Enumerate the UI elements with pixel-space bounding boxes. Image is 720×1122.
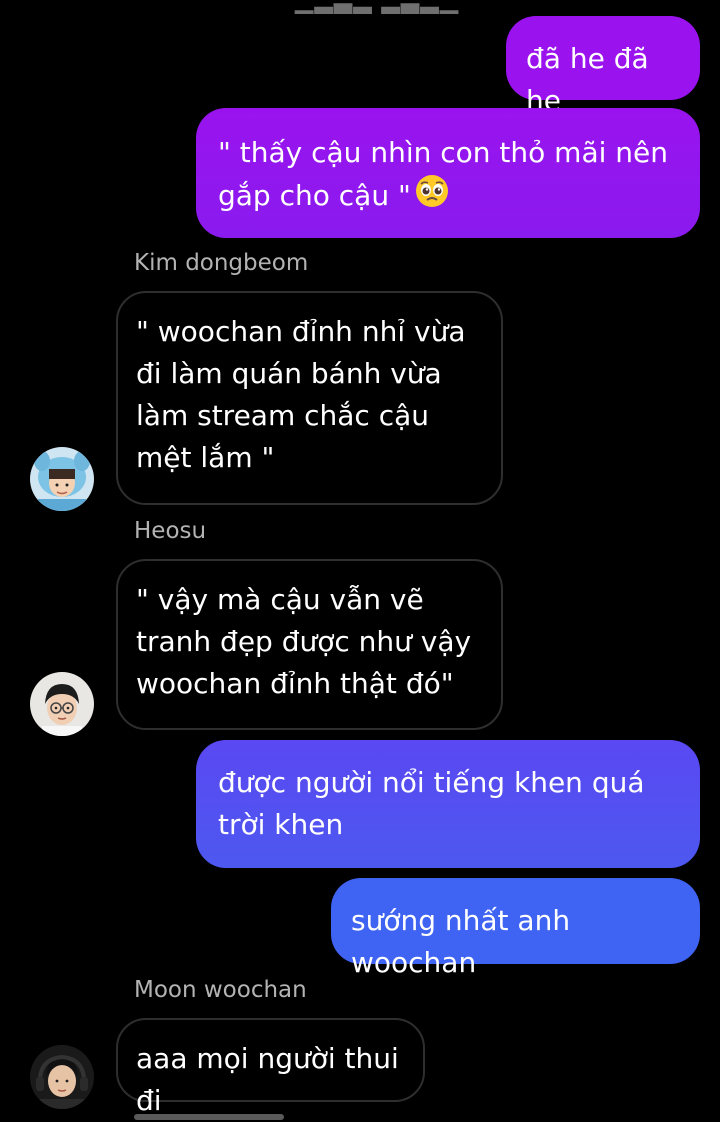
avatar[interactable] bbox=[30, 672, 94, 736]
avatar[interactable] bbox=[30, 447, 94, 511]
message-text: " vậy mà cậu vẫn vẽ tranh đẹp được như v… bbox=[136, 583, 472, 700]
message-text: đã he đã he bbox=[526, 42, 649, 117]
received-message-bubble[interactable]: " vậy mà cậu vẫn vẽ tranh đẹp được như v… bbox=[116, 559, 503, 730]
sent-message-bubble[interactable]: đã he đã he bbox=[506, 16, 700, 117]
sent-message-bubble[interactable]: " thấy cậu nhìn con thỏ mãi nên gắp cho … bbox=[196, 108, 700, 238]
message-text: " woochan đỉnh nhỉ vừa đi làm quán bánh … bbox=[136, 315, 466, 474]
sent-message-bubble[interactable]: sướng nhất anh woochan bbox=[331, 878, 700, 979]
app-title-partial: ▁▂▃▂ ▂▃▂▁ bbox=[295, 0, 460, 14]
message-text: aaa mọi người thui đi bbox=[136, 1042, 399, 1117]
sender-name: Heosu bbox=[134, 518, 207, 544]
message-text: được người nổi tiếng khen quá trời khen bbox=[218, 766, 645, 841]
received-message-bubble[interactable]: " woochan đỉnh nhỉ vừa đi làm quán bánh … bbox=[116, 291, 503, 505]
sender-name: Kim dongbeom bbox=[134, 250, 309, 276]
sent-message-bubble[interactable]: được người nổi tiếng khen quá trời khen bbox=[196, 740, 700, 868]
avatar[interactable] bbox=[30, 1045, 94, 1109]
sender-name: Moon woochan bbox=[134, 977, 307, 1003]
received-message-bubble[interactable]: aaa mọi người thui đi bbox=[116, 1018, 425, 1117]
message-text: sướng nhất anh woochan bbox=[351, 904, 571, 979]
next-sender-name-partial bbox=[134, 1108, 294, 1120]
pleading-face-icon bbox=[415, 174, 449, 220]
